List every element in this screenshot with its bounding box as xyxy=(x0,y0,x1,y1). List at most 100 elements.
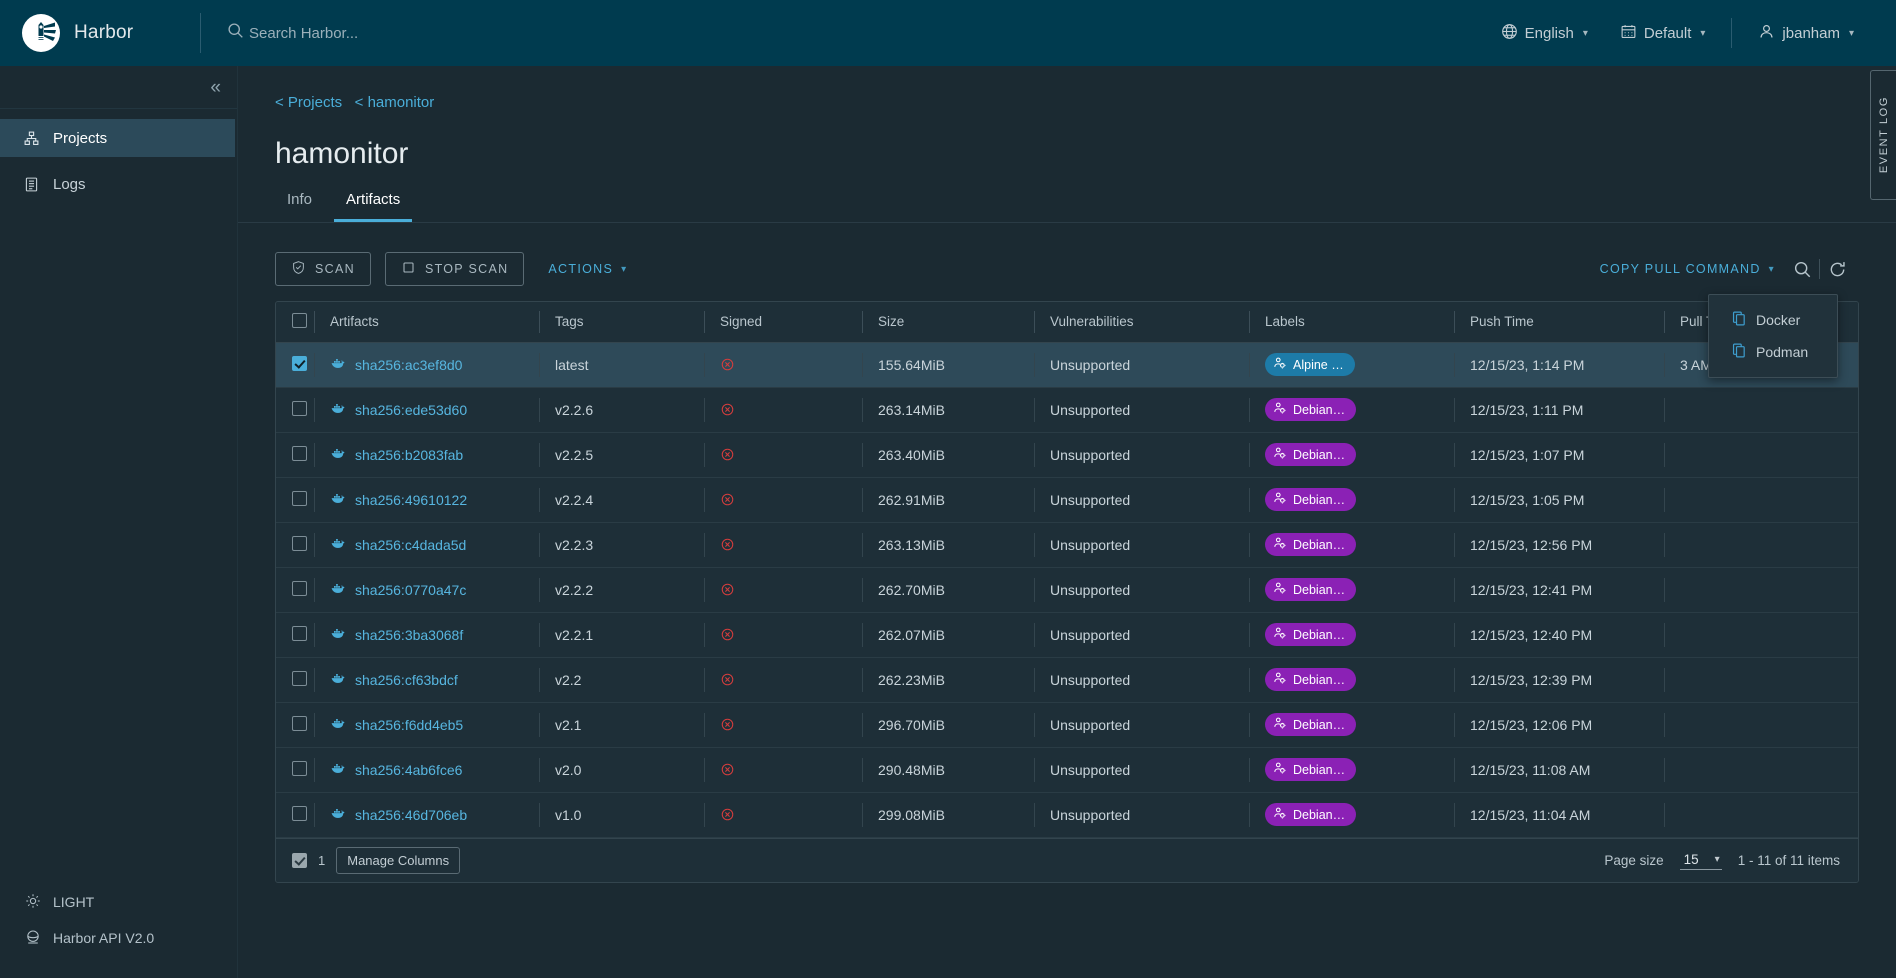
table-row[interactable]: sha256:46d706ebv1.0299.08MiBUnsupportedD… xyxy=(276,792,1858,837)
language-selector[interactable]: English ▾ xyxy=(1485,0,1604,66)
brand-area[interactable]: Harbor xyxy=(0,0,200,66)
column-header-push-time[interactable]: Push Time xyxy=(1454,302,1664,342)
label-text: Debian… xyxy=(1293,493,1345,507)
artifact-digest-link[interactable]: sha256:f6dd4eb5 xyxy=(355,717,463,733)
label-text: Debian… xyxy=(1293,763,1345,777)
row-checkbox-cell xyxy=(276,432,314,477)
row-checkbox[interactable] xyxy=(292,716,307,731)
label-badge[interactable]: Debian… xyxy=(1265,533,1356,556)
column-header-vulnerabilities[interactable]: Vulnerabilities xyxy=(1034,302,1249,342)
dropdown-item-podman[interactable]: Podman xyxy=(1709,336,1837,368)
label-badge[interactable]: Debian… xyxy=(1265,623,1356,646)
harbor-api-link[interactable]: Harbor API V2.0 xyxy=(0,920,238,956)
select-all-header xyxy=(276,302,314,342)
artifact-digest-link[interactable]: sha256:49610122 xyxy=(355,492,467,508)
label-user-gear-icon xyxy=(1273,581,1287,598)
table-search-button[interactable] xyxy=(1785,252,1819,286)
circle-x-icon xyxy=(720,537,862,552)
docker-icon xyxy=(330,355,346,374)
row-checkbox[interactable] xyxy=(292,626,307,641)
cell-signed xyxy=(704,342,862,387)
project-tabs: Info Artifacts xyxy=(238,171,1896,223)
row-checkbox[interactable] xyxy=(292,356,307,371)
stop-scan-button[interactable]: STOP SCAN xyxy=(385,252,524,286)
copy-pull-command-dropdown: Docker Podman xyxy=(1708,294,1838,378)
row-checkbox[interactable] xyxy=(292,806,307,821)
refresh-button[interactable] xyxy=(1820,252,1854,286)
breadcrumb-current-link[interactable]: < hamonitor xyxy=(355,94,435,111)
column-header-tags[interactable]: Tags xyxy=(539,302,704,342)
label-text: Debian… xyxy=(1293,808,1345,822)
label-badge[interactable]: Debian… xyxy=(1265,668,1356,691)
copy-pull-command-button[interactable]: COPY PULL COMMAND ▾ xyxy=(1590,252,1785,286)
table-row[interactable]: sha256:ede53d60v2.2.6263.14MiBUnsupporte… xyxy=(276,387,1858,432)
docker-icon xyxy=(330,400,346,419)
global-search[interactable] xyxy=(227,22,549,44)
chevron-down-icon: ▾ xyxy=(1700,28,1705,39)
row-checkbox[interactable] xyxy=(292,446,307,461)
breadcrumb-projects-link[interactable]: < Projects xyxy=(275,94,342,111)
label-badge[interactable]: Debian… xyxy=(1265,803,1356,826)
harbor-lighthouse-logo xyxy=(22,14,60,52)
label-badge[interactable]: Debian… xyxy=(1265,398,1356,421)
artifact-digest-link[interactable]: sha256:ac3ef8d0 xyxy=(355,357,462,373)
theme-toggle-light[interactable]: LIGHT xyxy=(0,884,238,920)
column-header-size[interactable]: Size xyxy=(862,302,1034,342)
scan-button[interactable]: SCAN xyxy=(275,252,371,286)
label-badge[interactable]: Debian… xyxy=(1265,488,1356,511)
tab-info[interactable]: Info xyxy=(275,191,324,222)
select-all-checkbox[interactable] xyxy=(292,313,307,328)
row-checkbox[interactable] xyxy=(292,671,307,686)
row-checkbox[interactable] xyxy=(292,401,307,416)
artifact-digest-link[interactable]: sha256:3ba3068f xyxy=(355,627,463,643)
footer-selected-checkbox[interactable] xyxy=(292,853,307,868)
table-row[interactable]: sha256:c4dada5dv2.2.3263.13MiBUnsupporte… xyxy=(276,522,1858,567)
actions-dropdown-button[interactable]: ACTIONS ▾ xyxy=(538,252,637,286)
table-row[interactable]: sha256:cf63bdcfv2.2262.23MiBUnsupportedD… xyxy=(276,657,1858,702)
artifact-digest-link[interactable]: sha256:b2083fab xyxy=(355,447,463,463)
table-row[interactable]: sha256:49610122v2.2.4262.91MiBUnsupporte… xyxy=(276,477,1858,522)
artifact-digest-link[interactable]: sha256:cf63bdcf xyxy=(355,672,458,688)
column-header-labels[interactable]: Labels xyxy=(1249,302,1454,342)
artifact-digest-link[interactable]: sha256:0770a47c xyxy=(355,582,466,598)
cell-push-time: 12/15/23, 1:14 PM xyxy=(1454,342,1664,387)
cell-labels: Debian… xyxy=(1249,432,1454,477)
cell-size: 262.70MiB xyxy=(862,567,1034,612)
column-header-signed[interactable]: Signed xyxy=(704,302,862,342)
row-checkbox-cell xyxy=(276,747,314,792)
row-checkbox[interactable] xyxy=(292,761,307,776)
label-badge[interactable]: Debian… xyxy=(1265,758,1356,781)
table-row[interactable]: sha256:0770a47cv2.2.2262.70MiBUnsupporte… xyxy=(276,567,1858,612)
label-badge[interactable]: Alpine … xyxy=(1265,353,1355,376)
label-badge[interactable]: Debian… xyxy=(1265,578,1356,601)
row-checkbox[interactable] xyxy=(292,581,307,596)
dropdown-item-docker[interactable]: Docker xyxy=(1709,304,1837,336)
cell-labels: Debian… xyxy=(1249,702,1454,747)
column-header-artifacts[interactable]: Artifacts xyxy=(314,302,539,342)
table-row[interactable]: sha256:b2083fabv2.2.5263.40MiBUnsupporte… xyxy=(276,432,1858,477)
page-size-select[interactable]: 15 ▾ xyxy=(1680,851,1722,870)
table-row[interactable]: sha256:ac3ef8d0latest155.64MiBUnsupporte… xyxy=(276,342,1858,387)
artifact-digest-link[interactable]: sha256:ede53d60 xyxy=(355,402,467,418)
user-menu[interactable]: jbanham ▾ xyxy=(1742,0,1870,66)
tab-artifacts[interactable]: Artifacts xyxy=(334,191,412,222)
artifact-digest-link[interactable]: sha256:4ab6fce6 xyxy=(355,762,462,778)
stop-scan-button-label: STOP SCAN xyxy=(425,262,508,276)
circle-x-icon xyxy=(720,402,862,417)
table-row[interactable]: sha256:f6dd4eb5v2.1296.70MiBUnsupportedD… xyxy=(276,702,1858,747)
sidebar-item-logs[interactable]: Logs xyxy=(0,165,235,203)
row-checkbox[interactable] xyxy=(292,536,307,551)
cell-signed xyxy=(704,522,862,567)
row-checkbox[interactable] xyxy=(292,491,307,506)
table-row[interactable]: sha256:4ab6fce6v2.0290.48MiBUnsupportedD… xyxy=(276,747,1858,792)
table-row[interactable]: sha256:3ba3068fv2.2.1262.07MiBUnsupporte… xyxy=(276,612,1858,657)
artifact-digest-link[interactable]: sha256:c4dada5d xyxy=(355,537,466,553)
label-badge[interactable]: Debian… xyxy=(1265,443,1356,466)
search-input[interactable] xyxy=(249,25,549,42)
manage-columns-button[interactable]: Manage Columns xyxy=(336,847,460,874)
project-scope-selector[interactable]: Default ▾ xyxy=(1604,0,1722,66)
artifact-digest-link[interactable]: sha256:46d706eb xyxy=(355,807,467,823)
double-chevron-left-icon[interactable]: « xyxy=(210,78,219,97)
sidebar-item-projects[interactable]: Projects xyxy=(0,119,235,157)
label-badge[interactable]: Debian… xyxy=(1265,713,1356,736)
